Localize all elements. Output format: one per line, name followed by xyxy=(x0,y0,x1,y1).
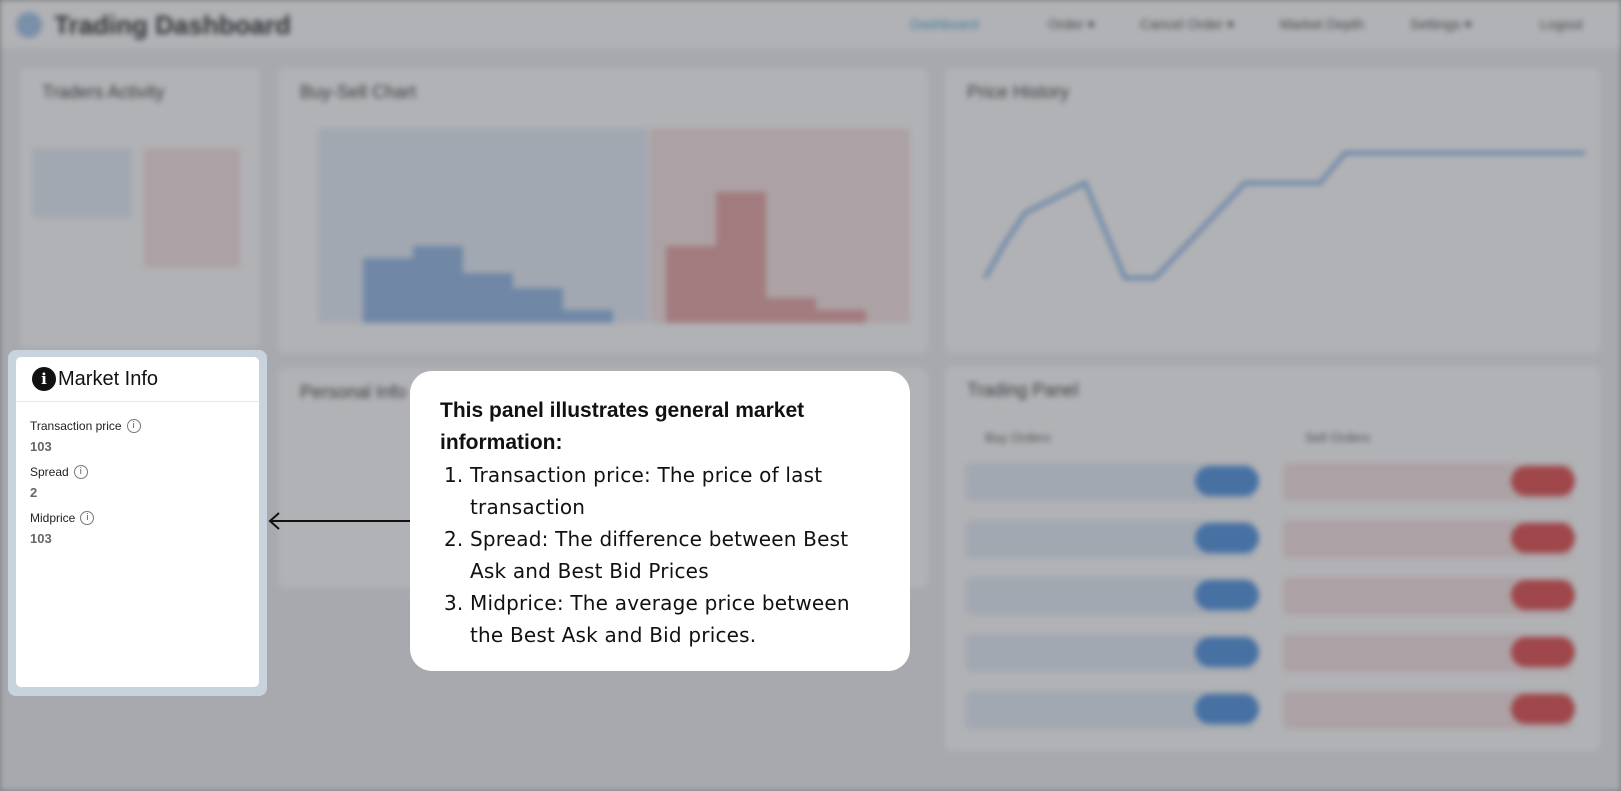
metric-value: 103 xyxy=(30,531,52,546)
metric-value: 2 xyxy=(30,485,38,500)
market-info-title: Market Info xyxy=(58,368,159,390)
tour-tooltip: This panel illustrates general market in… xyxy=(410,371,910,671)
info-outline-icon[interactable]: i xyxy=(73,464,88,479)
metric-label: Transaction price xyxy=(30,418,122,433)
info-outline-icon[interactable]: i xyxy=(126,418,141,433)
arrow-left-icon xyxy=(268,512,412,530)
market-info-panel: i Market Info Transaction price i 103 Spr… xyxy=(16,357,259,687)
spread-metric: Spread i 2 xyxy=(30,463,88,500)
metric-value: 103 xyxy=(30,439,52,454)
info-icon: i xyxy=(32,367,56,391)
tooltip-list: Transaction price: The price of last tra… xyxy=(440,459,880,651)
tooltip-item: Transaction price: The price of last tra… xyxy=(470,459,880,523)
metric-label: Spread xyxy=(30,464,69,479)
tooltip-item: Midprice: The average price between the … xyxy=(470,587,880,651)
midprice-metric: Midprice i 103 xyxy=(30,509,95,546)
market-info-header: i Market Info xyxy=(16,357,259,402)
tooltip-item: Spread: The difference between Best Ask … xyxy=(470,523,880,587)
transaction-price-metric: Transaction price i 103 xyxy=(30,417,141,454)
info-outline-icon[interactable]: i xyxy=(80,510,95,525)
metric-label: Midprice xyxy=(30,510,76,525)
tooltip-heading: This panel illustrates general market in… xyxy=(440,399,805,454)
